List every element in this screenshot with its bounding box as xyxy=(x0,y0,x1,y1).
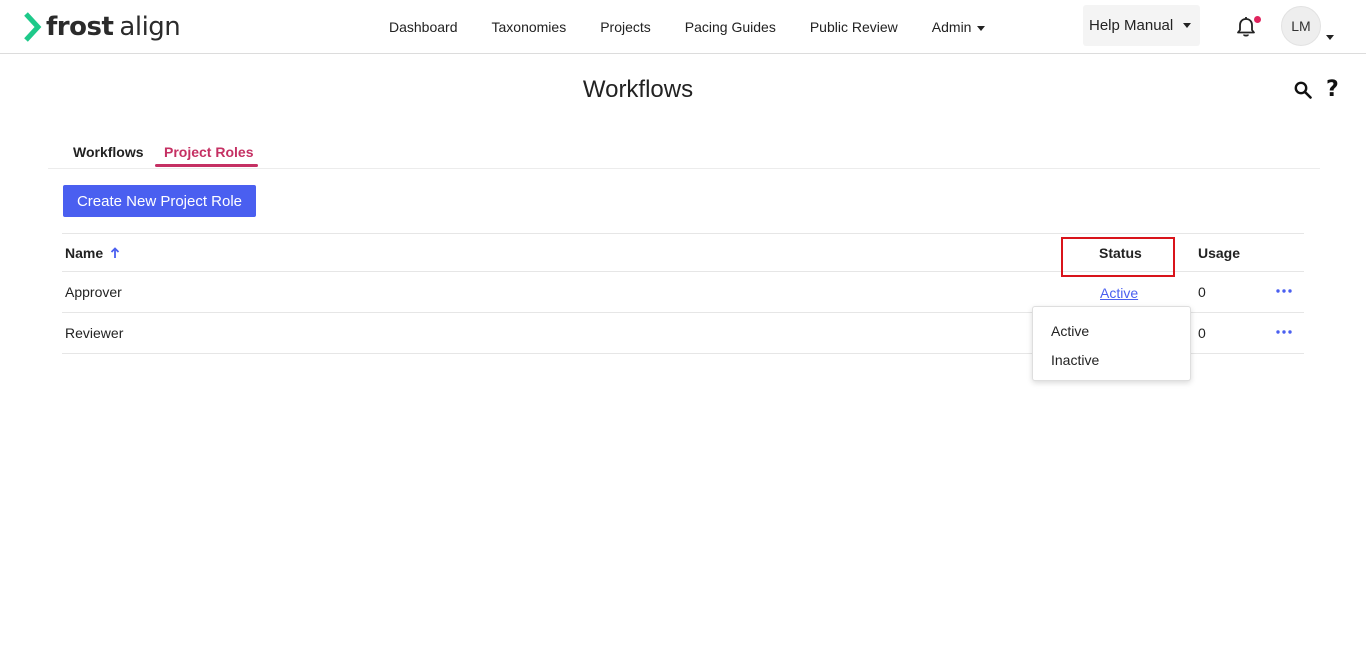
caret-down-icon xyxy=(1183,23,1192,28)
role-usage: 0 xyxy=(1198,325,1206,341)
active-tab-indicator xyxy=(155,164,258,167)
logo-text: frost align xyxy=(46,12,181,42)
search-icon[interactable] xyxy=(1294,81,1312,99)
column-header-name-label: Name xyxy=(65,245,104,261)
column-header-usage[interactable]: Usage xyxy=(1198,245,1240,261)
tab-project-roles[interactable]: Project Roles xyxy=(164,144,253,160)
help-question-icon[interactable]: ? xyxy=(1326,77,1339,102)
user-menu-caret[interactable] xyxy=(1326,27,1334,45)
status-option-inactive[interactable]: Inactive xyxy=(1051,352,1099,368)
nav-taxonomies[interactable]: Taxonomies xyxy=(475,19,584,35)
logo-chevron-icon xyxy=(24,12,42,42)
notification-dot xyxy=(1254,16,1261,23)
user-avatar[interactable]: LM xyxy=(1281,6,1321,46)
frost-align-logo[interactable]: frost align xyxy=(24,10,181,44)
help-manual-button[interactable]: Help Manual xyxy=(1083,5,1200,46)
more-options-icon[interactable] xyxy=(1274,324,1294,338)
status-option-active[interactable]: Active xyxy=(1051,323,1089,339)
role-name: Reviewer xyxy=(65,325,124,341)
page-title: Workflows xyxy=(582,76,694,103)
caret-down-icon xyxy=(1326,35,1334,40)
nav-admin[interactable]: Admin xyxy=(915,19,1003,35)
status-column-highlight xyxy=(1061,237,1175,277)
logo-text-bold: frost xyxy=(46,12,114,42)
role-usage: 0 xyxy=(1198,284,1206,300)
nav-public-review[interactable]: Public Review xyxy=(793,19,915,35)
tab-workflows[interactable]: Workflows xyxy=(73,144,144,160)
nav-projects[interactable]: Projects xyxy=(583,19,668,35)
role-name: Approver xyxy=(65,284,122,300)
column-header-name[interactable]: Name xyxy=(65,245,120,261)
nav-dashboard[interactable]: Dashboard xyxy=(372,19,475,35)
avatar-initials: LM xyxy=(1291,18,1311,34)
help-manual-label: Help Manual xyxy=(1089,17,1174,34)
table-header: Name Status Usage xyxy=(62,233,1304,277)
tab-bar: Workflows Project Roles xyxy=(48,138,1320,169)
status-dropdown-menu: Active Inactive xyxy=(1032,306,1191,381)
role-status-link[interactable]: Active xyxy=(1100,285,1138,301)
more-options-icon[interactable] xyxy=(1274,283,1294,297)
create-new-project-role-button[interactable]: Create New Project Role xyxy=(63,185,256,217)
top-header: frost align Dashboard Taxonomies Projects… xyxy=(0,0,1366,54)
logo-text-light: align xyxy=(119,12,181,42)
main-nav: Dashboard Taxonomies Projects Pacing Gui… xyxy=(372,0,1002,54)
nav-admin-label: Admin xyxy=(931,19,972,35)
caret-down-icon xyxy=(977,26,986,31)
nav-pacing-guides[interactable]: Pacing Guides xyxy=(668,19,793,35)
sort-ascending-icon xyxy=(111,247,120,258)
